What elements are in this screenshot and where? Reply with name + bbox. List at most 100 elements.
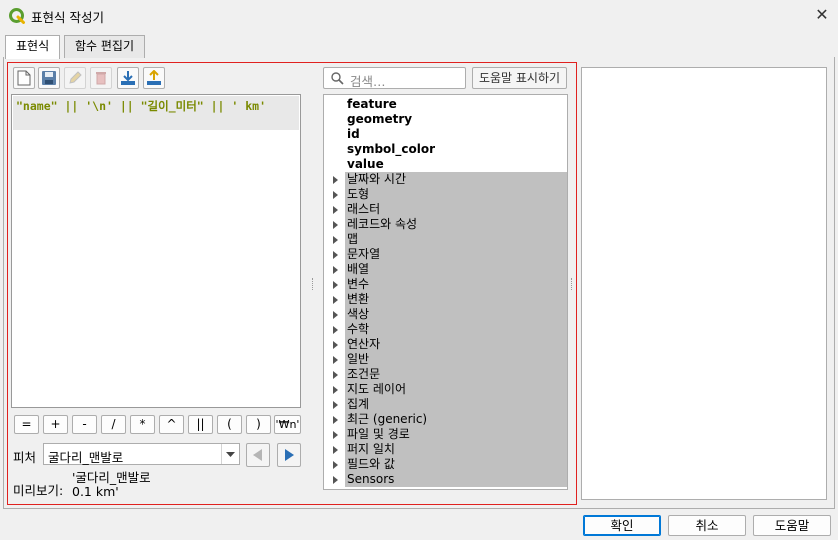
tree-group-label: 날짜와 시간	[347, 172, 407, 186]
search-placeholder: 검색…	[350, 74, 386, 89]
edit-icon	[69, 71, 82, 84]
expand-arrow-icon	[333, 296, 338, 304]
operator-power-button[interactable]: ^	[159, 415, 184, 434]
tree-field-feature[interactable]: feature	[324, 97, 567, 112]
import-button[interactable]	[117, 67, 139, 89]
expand-arrow-icon	[333, 221, 338, 229]
tree-field-symbol-color[interactable]: symbol_color	[324, 142, 567, 157]
tree-group-sensors[interactable]: Sensors	[333, 472, 567, 487]
tree-group-files-paths[interactable]: 파일 및 경로	[333, 427, 567, 442]
export-button[interactable]	[143, 67, 165, 89]
operator-open-paren-button[interactable]: (	[217, 415, 242, 434]
tree-group-label: 변수	[347, 277, 370, 291]
help-button[interactable]: 도움말	[753, 515, 831, 536]
expand-arrow-icon	[333, 266, 338, 274]
tree-group-operators[interactable]: 연산자	[333, 337, 567, 352]
tree-group-label: 조건문	[347, 367, 381, 381]
tree-field-value[interactable]: value	[324, 157, 567, 172]
expand-arrow-icon	[333, 326, 338, 334]
operator-close-paren-button[interactable]: )	[246, 415, 271, 434]
show-help-button[interactable]: 도움말 표시하기	[472, 67, 567, 89]
tree-group-math[interactable]: 수학	[333, 322, 567, 337]
tree-group-array[interactable]: 배열	[333, 262, 567, 277]
expand-arrow-icon	[333, 311, 338, 319]
expand-arrow-icon	[333, 476, 338, 484]
expression-editor[interactable]: "name" || '\n' || "길이_미터" || ' km'	[11, 94, 301, 408]
function-search-input[interactable]: 검색…	[323, 67, 466, 89]
operator-newline-button[interactable]: '₩n'	[274, 415, 301, 434]
chevron-down-icon	[221, 444, 239, 464]
title-bar	[0, 0, 838, 30]
export-icon	[147, 70, 161, 85]
operator-plus-button[interactable]: +	[43, 415, 68, 434]
tree-group-label: 배열	[347, 262, 370, 276]
tree-field-id[interactable]: id	[324, 127, 567, 142]
tree-group-datetime[interactable]: 날짜와 시간	[333, 172, 567, 187]
tree-group-fuzzy-matching[interactable]: 퍼지 일치	[333, 442, 567, 457]
expand-arrow-icon	[333, 431, 338, 439]
tree-group-record-attributes[interactable]: 레코드와 속성	[333, 217, 567, 232]
tree-group-raster[interactable]: 래스터	[333, 202, 567, 217]
cancel-button[interactable]: 취소	[668, 515, 746, 536]
tree-group-map-layers[interactable]: 지도 레이어	[333, 382, 567, 397]
operator-equals-button[interactable]: =	[14, 415, 39, 434]
tree-group-aggregates[interactable]: 집계	[333, 397, 567, 412]
edit-button[interactable]	[64, 67, 86, 89]
tree-group-map[interactable]: 맵	[333, 232, 567, 247]
previous-feature-button[interactable]	[246, 443, 270, 467]
tree-group-label: 래스터	[347, 202, 381, 216]
tree-group-label: 최근 (generic)	[347, 412, 428, 426]
import-icon	[121, 71, 135, 85]
search-icon	[331, 72, 344, 85]
tree-group-fields-values[interactable]: 필드와 값	[333, 457, 567, 472]
window-title: 표현식 작성기	[31, 10, 104, 25]
expand-arrow-icon	[333, 281, 338, 289]
feature-combobox[interactable]: 굴다리_맨발로	[43, 443, 240, 465]
tree-group-general[interactable]: 일반	[333, 352, 567, 367]
tree-group-label: 지도 레이어	[347, 382, 407, 396]
tree-group-label: 변환	[347, 292, 370, 306]
operator-concat-button[interactable]: ||	[188, 415, 213, 434]
new-file-icon	[17, 70, 31, 86]
help-panel	[581, 67, 827, 500]
operator-divide-button[interactable]: /	[101, 415, 126, 434]
tree-group-label: Sensors	[347, 472, 395, 486]
tree-field-geometry[interactable]: geometry	[324, 112, 567, 127]
splitter-handle-left[interactable]	[312, 278, 314, 290]
preview-output: '굴다리_맨발로 0.1 km'	[72, 471, 151, 499]
operator-multiply-button[interactable]: *	[130, 415, 155, 434]
feature-label: 피처	[13, 450, 37, 465]
delete-button[interactable]	[90, 67, 112, 89]
expand-arrow-icon	[333, 446, 338, 454]
tree-group-label: 수학	[347, 322, 370, 336]
tab-expression[interactable]: 표현식	[5, 35, 61, 59]
close-icon[interactable]: ✕	[813, 6, 831, 24]
expand-arrow-icon	[333, 461, 338, 469]
tree-group-conditionals[interactable]: 조건문	[333, 367, 567, 382]
tree-group-string[interactable]: 문자열	[333, 247, 567, 262]
tree-group-label: 문자열	[347, 247, 381, 261]
expand-arrow-icon	[333, 356, 338, 364]
splitter-handle-right[interactable]	[571, 278, 573, 290]
next-feature-button[interactable]	[277, 443, 301, 467]
save-button[interactable]	[38, 67, 60, 89]
expand-arrow-icon	[333, 371, 338, 379]
ok-button[interactable]: 확인	[583, 515, 661, 536]
tree-group-label: 파일 및 경로	[347, 427, 410, 441]
function-tree[interactable]: feature geometry id symbol_color value 날…	[323, 94, 568, 490]
tree-group-recent[interactable]: 최근 (generic)	[333, 412, 567, 427]
save-icon	[42, 71, 56, 85]
new-file-button[interactable]	[13, 67, 35, 89]
operator-minus-button[interactable]: -	[72, 415, 97, 434]
tree-group-geometry[interactable]: 도형	[333, 187, 567, 202]
tree-group-variables[interactable]: 변수	[333, 277, 567, 292]
tree-group-color[interactable]: 색상	[333, 307, 567, 322]
expand-arrow-icon	[333, 191, 338, 199]
expression-code: "name" || '\n' || "길이_미터" || ' km'	[16, 99, 267, 113]
expand-arrow-icon	[333, 341, 338, 349]
expand-arrow-icon	[333, 251, 338, 259]
tree-group-label: 맵	[347, 232, 359, 246]
tree-group-conversions[interactable]: 변환	[333, 292, 567, 307]
tree-group-label: 필드와 값	[347, 457, 395, 471]
tab-function-editor[interactable]: 함수 편집기	[64, 35, 146, 58]
